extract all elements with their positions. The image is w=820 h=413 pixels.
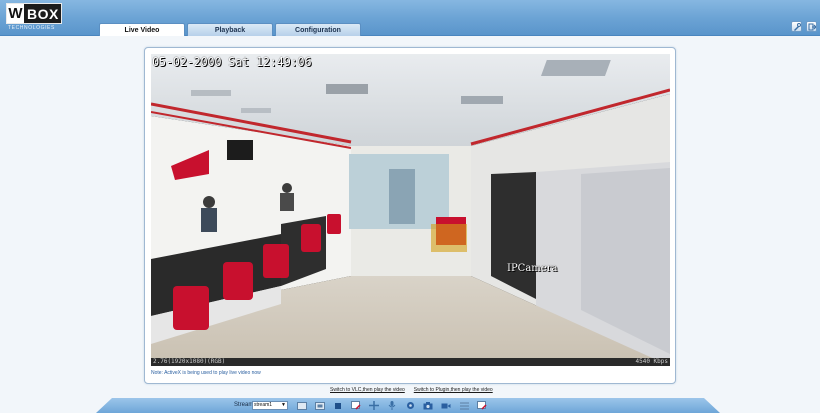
image-edit-icon[interactable] [477,401,487,410]
activex-note: Note: ActiveX is being used to play live… [151,370,261,376]
brand-logo: W BOX TECHNOLOGIES [6,3,64,31]
video-status-bar: 2.76(1920x1080)(RGB) 4540 Kbps [151,358,670,366]
video-resolution: 2.76(1920x1080)(RGB) [153,358,226,365]
tab-configuration[interactable]: Configuration [275,23,361,36]
chevron-down-icon: ▼ [281,402,286,408]
live-video-view[interactable]: 05-02-2000 Sat 12:49:06 IPCamera 2.76(19… [151,54,670,366]
video-bitrate: 4540 Kbps [635,358,668,365]
stream-select-value: stream1 [254,402,273,408]
grid-icon[interactable] [459,401,469,410]
osd-timestamp: 05-02-2000 Sat 12:49:06 [152,55,312,69]
tab-playback[interactable]: Playback [187,23,273,36]
logo-subtitle: TECHNOLOGIES [8,25,55,31]
ratio-icon[interactable] [315,401,325,410]
stream-label: Stream [234,402,254,408]
full-screen-icon[interactable] [297,401,307,410]
logo-text: BOX [27,5,59,22]
header-icons [791,21,817,32]
osd-camera-name: IPCamera [507,263,558,274]
camera-icon[interactable] [423,401,433,410]
video-frame-image [151,54,670,366]
video-panel: 05-02-2000 Sat 12:49:06 IPCamera 2.76(19… [144,47,676,384]
video-toolbar: Stream stream1 ▼ [96,398,720,413]
settings-gear-icon[interactable] [405,401,415,410]
main-tabs: Live Video Playback Configuration [99,23,363,36]
logo-w: W [7,4,24,23]
header-bar: W BOX TECHNOLOGIES Live Video Playback C… [0,0,820,36]
toolbar-icons [297,401,487,410]
switch-plugin-link[interactable]: Switch to Plugin,then play the video [414,387,493,393]
settings-icon[interactable] [791,21,802,32]
switch-vlc-link[interactable]: Switch to VLC,then play the video [330,387,405,393]
ptz-icon[interactable] [369,401,379,410]
logout-icon[interactable] [806,21,817,32]
stream-select[interactable]: stream1 ▼ [252,401,288,410]
record-icon[interactable] [441,401,451,410]
microphone-icon[interactable] [387,401,397,410]
logo-box: W BOX [6,3,62,24]
player-switch-links: Switch to VLC,then play the video Switch… [330,387,493,393]
snapshot-frame-icon[interactable] [351,401,361,410]
tab-live-video[interactable]: Live Video [99,23,185,36]
stop-icon[interactable] [333,401,343,410]
